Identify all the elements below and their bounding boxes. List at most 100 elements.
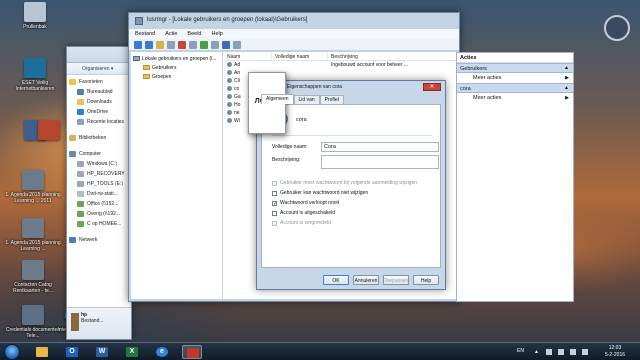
drive-icon [77, 181, 84, 187]
nav-drive[interactable]: C op HOMEE... [69, 219, 131, 229]
help-button[interactable]: Help [413, 275, 439, 285]
start-button[interactable] [4, 344, 20, 360]
tree-item-groups[interactable]: Groepen [133, 72, 222, 81]
drive-icon [77, 161, 84, 167]
chevron-right-icon: ▶ [565, 95, 569, 101]
refresh-icon[interactable] [200, 41, 208, 49]
explorer-window[interactable]: Organiseren ▾ Favorieten Bureaublad Down… [66, 46, 132, 340]
explorer-address-bar[interactable] [67, 47, 131, 63]
taskbar-explorer[interactable] [32, 345, 52, 359]
network-drive-icon [77, 221, 84, 227]
network-icon [69, 237, 76, 243]
checkbox[interactable] [272, 210, 277, 216]
collapse-icon[interactable]: ▲ [564, 85, 569, 91]
nav-drive[interactable]: HP_RECOVERY [69, 169, 131, 179]
language-indicator[interactable]: EN [517, 348, 524, 354]
nav-libraries[interactable]: Bibliotheken [69, 133, 131, 143]
menu-help[interactable]: Help [212, 31, 223, 39]
nav-drive[interactable]: HP_TOOLS (E:) [69, 179, 131, 189]
checkbox-checked[interactable]: ✓ [272, 200, 277, 206]
network-drive-icon [77, 201, 84, 207]
desktop-icon-credentials[interactable]: Credentials documenten Tele... [2, 305, 64, 339]
nav-drive[interactable]: Dvd-rw-stati... [69, 189, 131, 199]
clock[interactable]: 12:03 5-2-2016 [600, 345, 630, 359]
show-hidden-icons-icon[interactable]: ▲ [534, 349, 540, 355]
tree-root[interactable]: Lokale gebruikers en groepen (l... [133, 54, 222, 63]
column-full-name[interactable]: Volledige naam [272, 52, 328, 60]
nav-drive[interactable]: Office (\\192... [69, 199, 131, 209]
window-title-bar[interactable]: lusrmgr - [Lokale gebruikers en groepen … [129, 13, 459, 29]
nav-item-downloads[interactable]: Downloads [69, 97, 131, 107]
desktop-icon-recycle-bin[interactable]: Prullenbak [6, 2, 64, 30]
column-name[interactable]: Naam [224, 52, 272, 60]
table-row[interactable]: Ad Ingebouwd account voor beheer ... [224, 61, 457, 69]
emblem-logo [604, 15, 630, 41]
console-tree: Lokale gebruikers en groepen (l... Gebru… [131, 52, 223, 299]
menu-file[interactable]: Bestand [135, 31, 155, 39]
taskbar-toolbox[interactable] [182, 345, 202, 359]
option-must-change-password[interactable]: Gebruiker moet wachtwoord bij volgende a… [272, 180, 417, 186]
collapse-icon[interactable]: ▲ [564, 65, 569, 71]
cancel-button[interactable]: Annuleren [353, 275, 379, 285]
actions-section-cora[interactable]: cora ▲ [457, 83, 573, 93]
organize-button[interactable]: Organiseren ▾ [67, 63, 131, 75]
fullname-field[interactable]: Cora [321, 142, 439, 152]
export-icon[interactable] [211, 41, 219, 49]
desktop-icon-file[interactable] [34, 120, 64, 142]
tree-item-users[interactable]: Gebruikers [133, 63, 222, 72]
nav-item-onedrive[interactable]: OneDrive [69, 107, 131, 117]
up-level-icon[interactable] [156, 41, 164, 49]
nav-favorites[interactable]: Favorieten [69, 77, 131, 87]
delete-icon[interactable] [178, 41, 186, 49]
option-account-disabled[interactable]: Account is uitgeschakeld [272, 210, 335, 216]
back-icon[interactable] [134, 41, 142, 49]
checkbox[interactable] [272, 180, 277, 186]
help-icon[interactable] [222, 41, 230, 49]
option-cannot-change-password[interactable]: Gebruiker kan wachtwoord niet wijzigen [272, 190, 368, 196]
nav-item-desktop[interactable]: Bureaublad [69, 87, 131, 97]
column-description[interactable]: Beschrijving [328, 52, 457, 60]
desktop-icon-eset[interactable]: ESET Veilig Internetbankieren [6, 58, 64, 92]
nav-drive[interactable]: Windows (C:) [69, 159, 131, 169]
option-password-never-expires[interactable]: ✓ Wachtwoord verloopt nooit [272, 200, 339, 206]
taskbar-outlook[interactable]: O [62, 345, 82, 359]
nav-item-recent[interactable]: Recente locaties [69, 117, 131, 127]
menu-action[interactable]: Actie [165, 31, 177, 39]
desktop-icon-agenda[interactable]: 1. Agenda 2015 planning Learning ... [2, 218, 64, 252]
forward-icon[interactable] [145, 41, 153, 49]
taskbar-excel[interactable]: X [122, 345, 142, 359]
actions-section-users[interactable]: Gebruikers ▲ [457, 63, 573, 73]
action-more-actions[interactable]: Meer acties ▶ [457, 73, 573, 83]
tab-member-of[interactable]: Lid van [293, 95, 320, 104]
tab-general[interactable]: Algemeen [261, 94, 294, 104]
actions-title: Acties [457, 53, 573, 63]
list-header: Naam Volledige naam Beschrijving [224, 52, 457, 61]
computer-management-icon [133, 56, 140, 61]
checkbox[interactable] [272, 190, 277, 196]
flag-icon[interactable] [546, 349, 552, 355]
description-field[interactable] [321, 155, 439, 169]
properties-icon[interactable] [189, 41, 197, 49]
action-pane-icon[interactable] [233, 41, 241, 49]
taskbar-word[interactable]: W [92, 345, 112, 359]
checkbox[interactable] [272, 220, 277, 226]
tab-profile[interactable]: Profiel [319, 95, 344, 104]
network-icon[interactable] [558, 349, 564, 355]
apply-button[interactable]: Toepassen [383, 275, 409, 285]
nav-computer[interactable]: Computer [69, 149, 131, 159]
option-account-locked[interactable]: Account is vergrendeld [272, 220, 331, 226]
action-more-actions[interactable]: Meer acties ▶ [457, 93, 573, 103]
show-hide-tree-icon[interactable] [167, 41, 175, 49]
menu-view[interactable]: Beeld [187, 31, 201, 39]
desktop-icon-agenda-2011[interactable]: 1. Agenda 2015 planning Learning ... 201… [2, 170, 64, 204]
close-button[interactable]: ✕ [423, 83, 441, 91]
volume-icon[interactable] [582, 349, 588, 355]
ok-button[interactable]: OK [323, 275, 349, 285]
taskbar-internet-explorer[interactable]: e [152, 345, 172, 359]
user-icon [227, 62, 232, 68]
desktop-icon-contacten[interactable]: Contacten Catog Rentkaarten - te... [2, 260, 64, 294]
user-icon [227, 102, 232, 108]
nav-network[interactable]: Netwerk [69, 235, 131, 245]
nav-drive[interactable]: Overig (\\192... [69, 209, 131, 219]
battery-icon[interactable] [570, 349, 576, 355]
